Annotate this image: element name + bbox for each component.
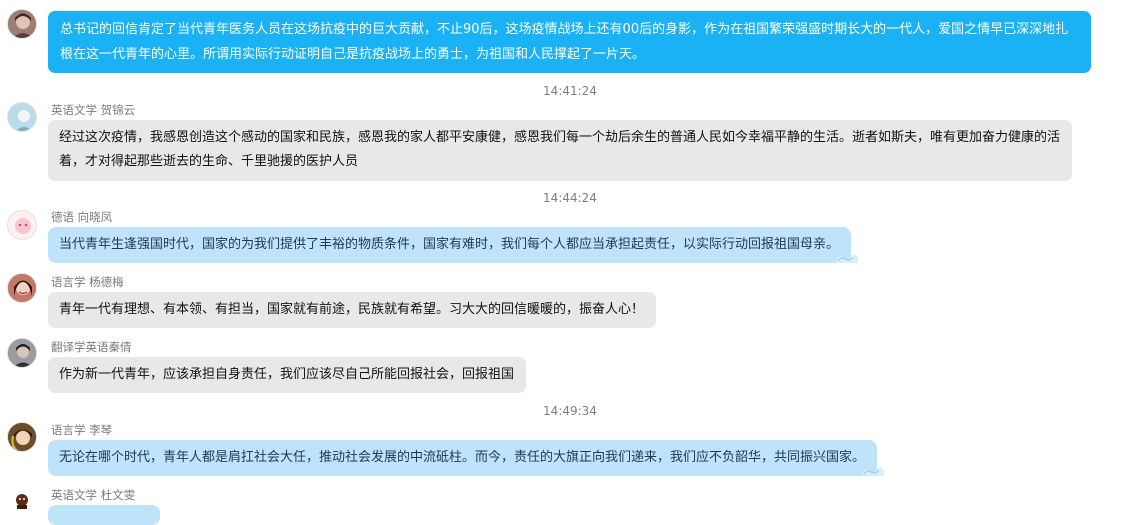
sender-name: 语言学 杨德梅 <box>51 275 124 289</box>
message-bubble[interactable] <box>48 505 160 525</box>
sender-name: 语言学 李琴 <box>51 423 113 437</box>
timestamp: 14:49:34 <box>543 404 597 418</box>
sender-name: 英语文学 杜文雯 <box>51 488 136 502</box>
message-text: 青年一代有理想、有本领、有担当，国家就有前途，民族就有希望。习大大的回信暖暖的，… <box>59 302 645 317</box>
timestamp: 14:41:24 <box>543 84 597 98</box>
message-bubble[interactable]: 青年一代有理想、有本领、有担当，国家就有前途，民族就有希望。习大大的回信暖暖的，… <box>48 292 656 328</box>
sender-name: 德语 向晓凤 <box>51 210 113 224</box>
message-bubble[interactable]: 当代青年生逢强国时代，国家的为我们提供了丰裕的物质条件，国家有难时，我们每个人都… <box>48 227 851 263</box>
avatar[interactable] <box>7 210 37 240</box>
message-bubble[interactable]: 无论在哪个时代，青年人都是肩扛社会大任，推动社会发展的中流砥柱。而今，责任的大旗… <box>48 440 877 476</box>
sender-name: 翻译学英语秦倩 <box>51 340 132 354</box>
bubble-wave-decoration <box>862 467 884 476</box>
avatar[interactable] <box>7 273 37 303</box>
avatar[interactable] <box>7 422 37 452</box>
message-text: 经过这次疫情，我感恩创造这个感动的国家和民族，感恩我的家人都平安康健，感恩我们每… <box>59 130 1061 169</box>
avatar[interactable] <box>7 102 37 132</box>
sender-name: 英语文学 贺锦云 <box>51 103 136 117</box>
message-bubble[interactable]: 总书记的回信肯定了当代青年医务人员在这场抗疫中的巨大贡献，不止90后，这场疫情战… <box>48 11 1091 73</box>
bubble-wave-decoration <box>836 254 858 263</box>
message-bubble[interactable]: 作为新一代青年，应该承担自身责任，我们应该尽自己所能回报社会，回报祖国 <box>48 357 526 393</box>
avatar[interactable] <box>7 338 37 368</box>
avatar[interactable] <box>7 9 37 39</box>
message-text: 当代青年生逢强国时代，国家的为我们提供了丰裕的物质条件，国家有难时，我们每个人都… <box>59 237 840 252</box>
message-text: 无论在哪个时代，青年人都是肩扛社会大任，推动社会发展的中流砥柱。而今，责任的大旗… <box>59 450 866 465</box>
message-text: 作为新一代青年，应该承担自身责任，我们应该尽自己所能回报社会，回报祖国 <box>59 367 515 382</box>
message-bubble[interactable]: 经过这次疫情，我感恩创造这个感动的国家和民族，感恩我的家人都平安康健，感恩我们每… <box>48 120 1072 181</box>
avatar[interactable] <box>11 488 33 510</box>
timestamp: 14:44:24 <box>543 191 597 205</box>
message-text: 总书记的回信肯定了当代青年医务人员在这场抗疫中的巨大贡献，不止90后，这场疫情战… <box>60 22 1069 62</box>
